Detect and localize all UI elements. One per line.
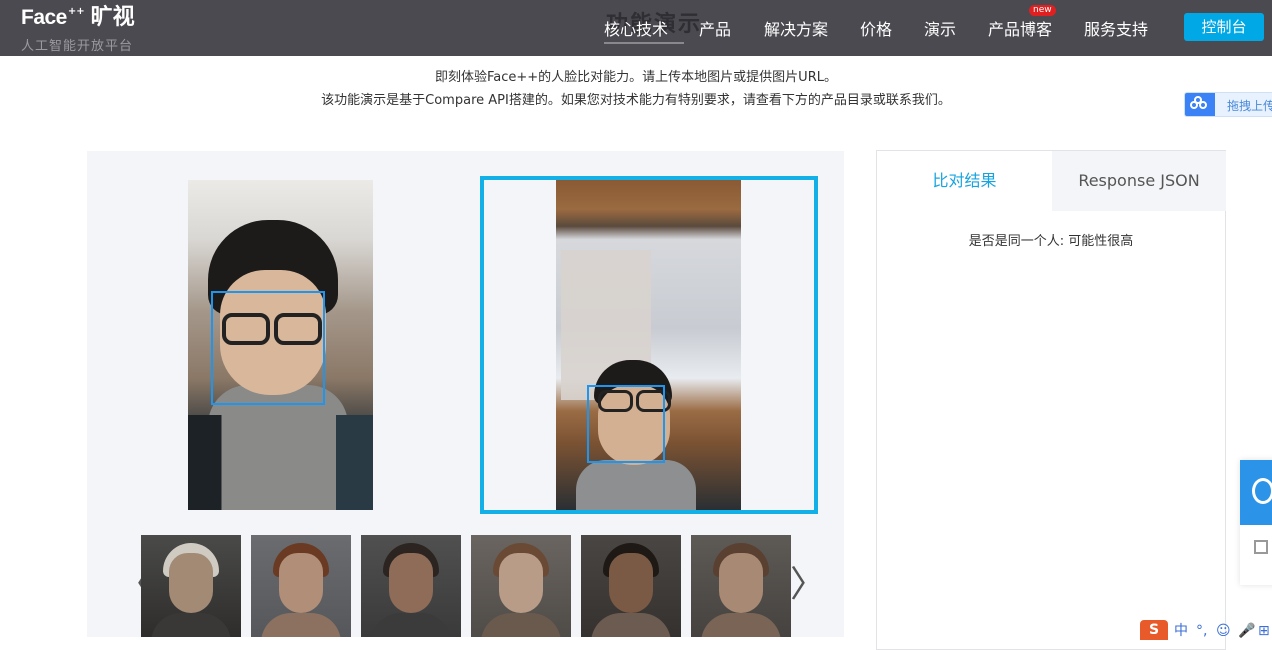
- top-nav-bar: Face ++ 旷视 人工智能开放平台 功能演示 核心技术 产品 解决方案 价格…: [0, 0, 1272, 56]
- next-arrow-icon[interactable]: 〉: [790, 567, 826, 603]
- nav-core-tech[interactable]: 核心技术: [604, 16, 668, 40]
- floating-contact-widget[interactable]: [1240, 460, 1272, 585]
- logo-brand-text: Face: [21, 6, 67, 29]
- thumbnail-2[interactable]: [251, 535, 351, 637]
- sogou-logo-icon[interactable]: S: [1140, 620, 1168, 640]
- console-button[interactable]: 控制台: [1184, 13, 1264, 41]
- qr-code-icon[interactable]: [1254, 540, 1268, 554]
- result-panel: 比对结果 Response JSON 是否是同一个人: 可能性很高: [876, 150, 1226, 650]
- tab-compare-result[interactable]: 比对结果: [877, 151, 1052, 211]
- thumb-5-face: [609, 553, 653, 613]
- thumb-3-face: [389, 553, 433, 613]
- nav-solutions[interactable]: 解决方案: [764, 16, 828, 40]
- thumbnail-4[interactable]: [471, 535, 571, 637]
- logo-subtitle: 人工智能开放平台: [21, 39, 134, 54]
- drag-upload-label: 拖拽上传: [1227, 99, 1272, 113]
- intro-line-2: 该功能演示是基于Compare API搭建的。如果您对技术能力有特别要求，请查看…: [321, 93, 951, 108]
- thumb-5-body: [591, 613, 671, 637]
- thumb-2-body: [261, 613, 341, 637]
- demo-image-panel: 〈 〉: [87, 151, 844, 637]
- logo-chinese-text: 旷视: [90, 5, 135, 30]
- ime-voice-icon[interactable]: 🎤: [1238, 622, 1255, 640]
- tab-response-json[interactable]: Response JSON: [1052, 151, 1226, 211]
- thumbnail-6[interactable]: [691, 535, 791, 637]
- intro-line-1: 即刻体验Face++的人脸比对能力。请上传本地图片或提供图片URL。: [435, 70, 837, 85]
- face-detection-box-b: [587, 385, 665, 463]
- facepp-logo[interactable]: Face ++ 旷视 人工智能开放平台: [21, 5, 135, 55]
- ime-chinese-mode[interactable]: 中: [1174, 622, 1188, 640]
- image-b-sweater: [576, 460, 696, 510]
- thumb-2-face: [279, 553, 323, 613]
- nav-product-blog[interactable]: 产品博客: [988, 16, 1052, 40]
- image-a-jacket: [188, 415, 373, 510]
- thumb-3-body: [371, 613, 451, 637]
- face-detection-box-a: [211, 291, 325, 405]
- thumbnail-3[interactable]: [361, 535, 461, 637]
- compare-result-text: 是否是同一个人: 可能性很高: [968, 234, 1134, 249]
- thumb-1-body: [151, 613, 231, 637]
- thumbnail-5[interactable]: [581, 535, 681, 637]
- thumb-4-body: [481, 613, 561, 637]
- ime-keyboard-icon[interactable]: ⊞: [1258, 622, 1270, 640]
- nav-support[interactable]: 服务支持: [1084, 16, 1148, 40]
- thumb-1-face: [169, 553, 213, 613]
- thumb-6-face: [719, 553, 763, 613]
- ime-toolbar: S 中 °, ☺ 🎤 ⊞: [1140, 620, 1272, 640]
- cloud-upload-icon: [1185, 93, 1215, 116]
- nav-products[interactable]: 产品: [699, 16, 731, 40]
- ime-punctuation-icon[interactable]: °,: [1196, 622, 1207, 640]
- drag-upload-widget[interactable]: 拖拽上传: [1184, 92, 1272, 117]
- ime-emoji-icon[interactable]: ☺: [1216, 622, 1231, 640]
- customer-service-icon[interactable]: [1240, 460, 1272, 525]
- nav-active-indicator: [604, 42, 684, 44]
- nav-pricing[interactable]: 价格: [860, 16, 892, 40]
- nav-demo[interactable]: 演示: [924, 16, 956, 40]
- logo-plus-text: ++: [67, 6, 85, 17]
- intro-text: 即刻体验Face++的人脸比对能力。请上传本地图片或提供图片URL。 该功能演示…: [0, 66, 1272, 112]
- new-badge: new: [1029, 5, 1056, 16]
- thumbnail-1[interactable]: [141, 535, 241, 637]
- thumb-4-face: [499, 553, 543, 613]
- thumb-6-body: [701, 613, 781, 637]
